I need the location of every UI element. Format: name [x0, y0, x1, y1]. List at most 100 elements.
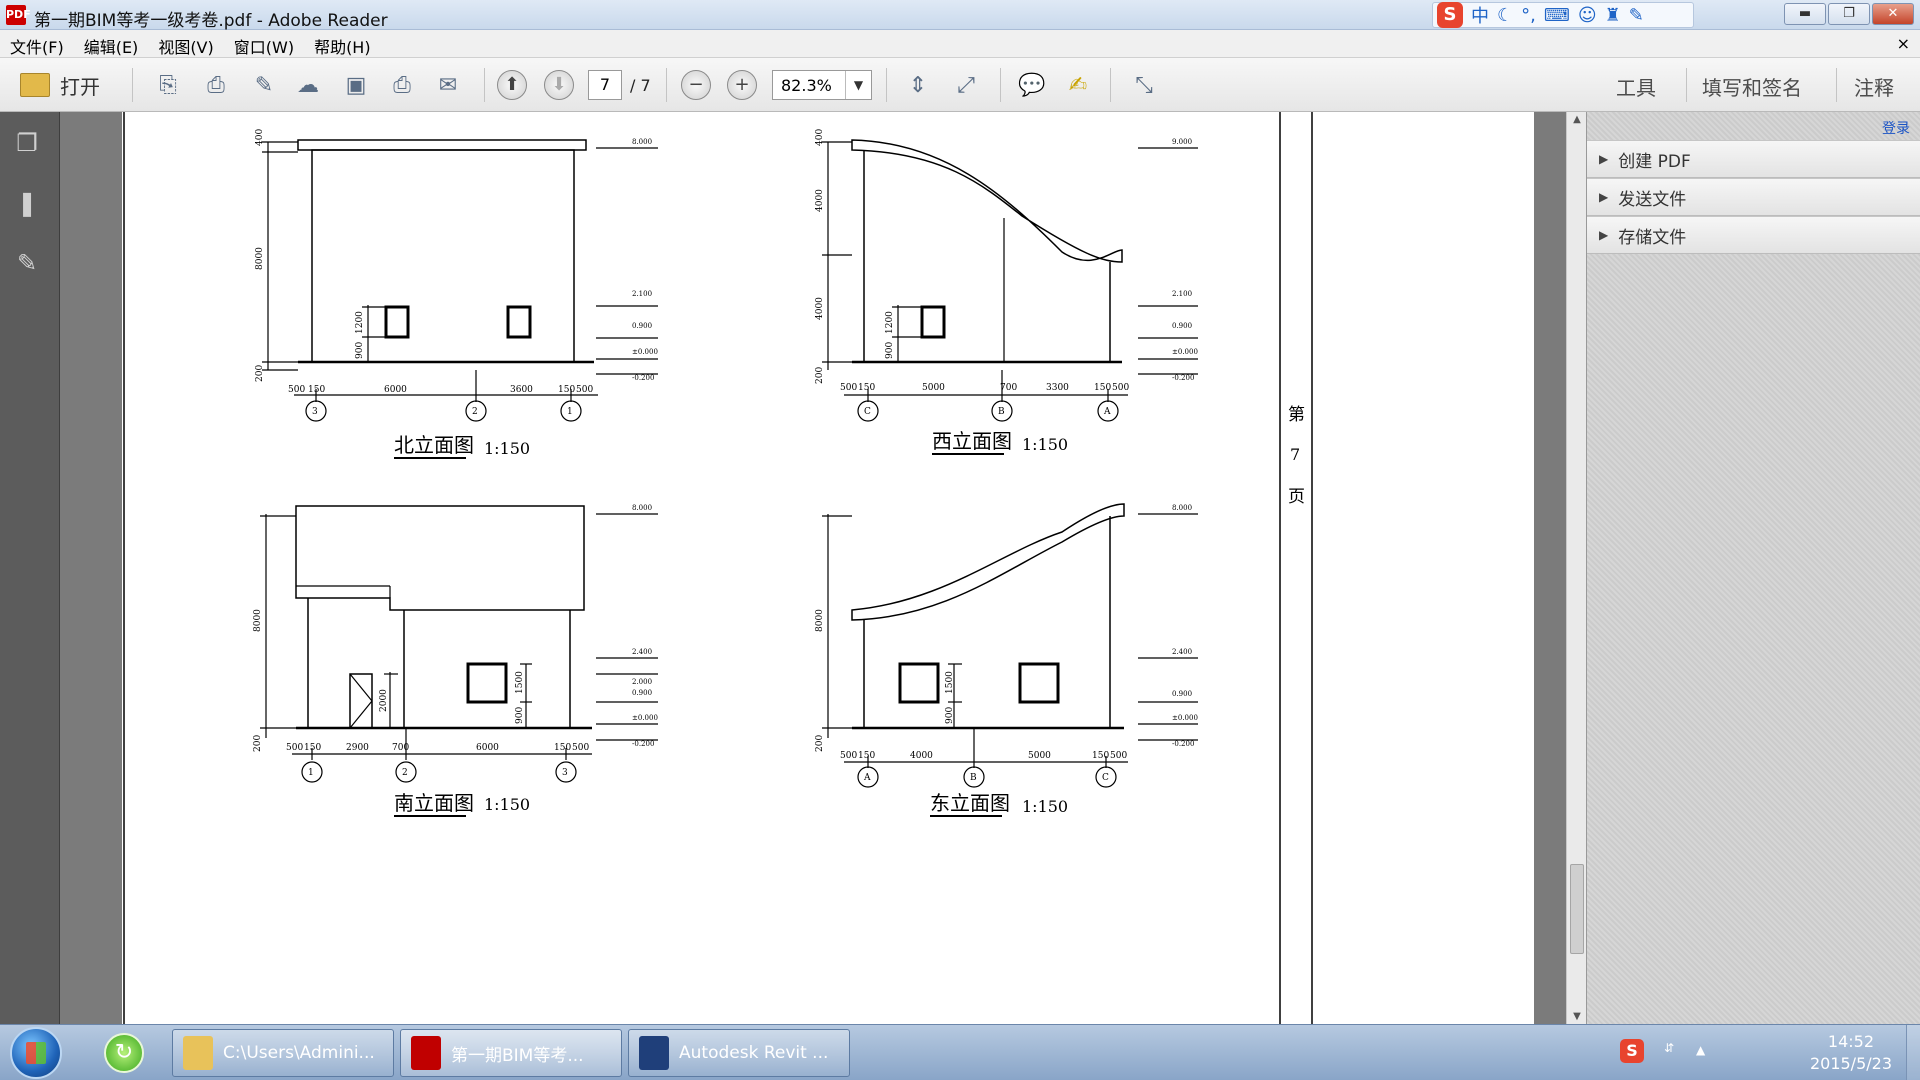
show-desktop-button[interactable] — [1906, 1025, 1920, 1080]
west-dim-bottom: 500 — [840, 383, 857, 393]
separator — [1686, 68, 1687, 102]
south-level: 2.000 — [632, 678, 652, 686]
show-hidden-icons-icon[interactable]: ▲ — [1696, 1043, 1705, 1057]
ime-chinese-mode[interactable]: 中 — [1471, 2, 1489, 28]
north-dim-bottom: 150 — [308, 385, 325, 395]
west-dim-left: 4000 — [815, 297, 825, 320]
next-page-button[interactable]: ⬇ — [544, 70, 574, 100]
separator — [666, 68, 667, 102]
panel-store-file[interactable]: ▶ 存储文件 — [1587, 216, 1920, 254]
south-scale: 1:150 — [484, 795, 530, 814]
separator — [1836, 68, 1837, 102]
tab-comment[interactable]: 注释 — [1854, 72, 1894, 101]
tab-tools[interactable]: 工具 — [1616, 72, 1656, 101]
east-title: 东立面图 — [930, 791, 1010, 815]
zoom-in-button[interactable]: + — [727, 70, 757, 100]
menu-view[interactable]: 视图(V) — [158, 34, 213, 58]
fit-width-icon[interactable]: ⤢ — [950, 70, 982, 100]
print-icon[interactable]: ⎙ — [386, 70, 418, 100]
shirt-icon[interactable]: ♜ — [1605, 5, 1621, 26]
attachment-icon[interactable]: ✎ — [12, 248, 42, 278]
previous-page-button[interactable]: ⬆ — [497, 70, 527, 100]
panel-create-pdf[interactable]: ▶ 创建 PDF — [1587, 140, 1920, 178]
document-close-button[interactable]: × — [1897, 34, 1910, 53]
document-scrollbar[interactable]: ▲ ▼ — [1566, 112, 1586, 1024]
page-label: 7 — [1290, 445, 1300, 464]
network-icon[interactable]: ⇵ — [1664, 1041, 1674, 1055]
sogou-tray-icon[interactable]: S — [1620, 1039, 1644, 1063]
taskbar: ↻ C:\Users\Admini... 第一期BIM等考... Autodes… — [0, 1024, 1920, 1080]
taskbar-revit[interactable]: Autodesk Revit ... — [628, 1029, 850, 1077]
east-dim-bottom: 150 — [858, 751, 875, 761]
edit-icon[interactable]: ✎ — [248, 70, 280, 100]
menu-edit[interactable]: 编辑(E) — [84, 34, 139, 58]
pdf-icon — [411, 1036, 441, 1070]
restore-button[interactable]: ❐ — [1828, 3, 1870, 25]
page-number-input[interactable]: 7 — [588, 70, 622, 100]
system-tray: S ⇵ ▲ 14:52 2015/5/23 — [1620, 1025, 1920, 1080]
menu-help[interactable]: 帮助(H) — [314, 34, 371, 58]
bookmark-icon[interactable]: ❚ — [12, 188, 42, 218]
punctuation-icon[interactable]: °, — [1521, 5, 1536, 26]
north-level: 8.000 — [632, 138, 652, 146]
taskbar-adobe-reader-label: 第一期BIM等考... — [451, 1045, 584, 1066]
page-thumbnails-icon[interactable]: ❐ — [12, 128, 42, 158]
taskbar-adobe-reader[interactable]: 第一期BIM等考... — [400, 1029, 622, 1077]
keyboard-icon[interactable]: ⌨ — [1544, 5, 1570, 26]
save-icon[interactable]: ▣ — [340, 70, 372, 100]
ime-toolbar[interactable]: S 中 ☾ °, ⌨ ☺ ♜ ✎ — [1432, 2, 1694, 28]
north-dim-bottom: 6000 — [384, 385, 407, 395]
create-pdf-icon[interactable]: ⎘ — [152, 70, 184, 100]
south-dim-bottom: 700 — [392, 743, 409, 753]
triangle-right-icon: ▶ — [1599, 152, 1609, 166]
east-level: 8.000 — [1172, 504, 1192, 512]
menu-window[interactable]: 窗口(W) — [234, 34, 294, 58]
east-level: 2.400 — [1172, 648, 1192, 656]
comment-icon[interactable]: 💬 — [1016, 70, 1048, 100]
zoom-out-button[interactable]: − — [681, 70, 711, 100]
west-dim-bottom: 5000 — [922, 383, 945, 393]
south-dim-window: 900 — [515, 707, 525, 724]
south-level: -0.200 — [632, 740, 654, 748]
clock-time: 14:52 — [1827, 1032, 1875, 1051]
scroll-up-icon[interactable]: ▲ — [1567, 114, 1587, 125]
wrench-icon[interactable]: ✎ — [1629, 5, 1644, 26]
south-dim-bottom: 500 — [572, 743, 589, 753]
full-screen-icon[interactable]: ⤡ — [1128, 70, 1160, 100]
open-button[interactable]: 打开 — [10, 70, 110, 100]
south-axis: 3 — [562, 768, 568, 778]
tools-panel: 登录 ▶ 创建 PDF ▶ 发送文件 ▶ 存储文件 — [1586, 112, 1920, 1024]
login-link[interactable]: 登录 — [1882, 118, 1910, 138]
west-dim-bottom: 150 — [1094, 383, 1111, 393]
upload-cloud-icon[interactable]: ☁ — [292, 70, 324, 100]
tab-fill-sign[interactable]: 填写和签名 — [1702, 72, 1802, 101]
panel-send-file[interactable]: ▶ 发送文件 — [1587, 178, 1920, 216]
internet-explorer-icon[interactable]: ↻ — [104, 1033, 144, 1073]
north-dim-left: 200 — [255, 365, 265, 382]
revit-icon — [639, 1036, 669, 1070]
zoom-select[interactable]: 82.3% ▼ — [772, 70, 872, 100]
fit-page-icon[interactable]: ⇕ — [902, 70, 934, 100]
close-button[interactable]: ✕ — [1872, 3, 1914, 25]
document-viewport[interactable]: 400 8000 200 1200 900 500 150 6000 3600 … — [60, 112, 1566, 1024]
scroll-down-icon[interactable]: ▼ — [1567, 1011, 1587, 1022]
user-icon[interactable]: ☺ — [1578, 5, 1597, 26]
minimize-button[interactable]: ▬ — [1784, 3, 1826, 25]
open-label: 打开 — [60, 74, 100, 99]
start-button[interactable] — [10, 1027, 62, 1079]
clock[interactable]: 14:52 2015/5/23 — [1810, 1031, 1892, 1075]
chevron-down-icon[interactable]: ▼ — [845, 71, 871, 99]
sogou-logo-icon[interactable]: S — [1437, 2, 1463, 28]
west-dim-left: 200 — [815, 367, 825, 384]
scroll-thumb[interactable] — [1570, 864, 1584, 954]
folder-icon — [183, 1036, 213, 1070]
email-icon[interactable]: ✉ — [432, 70, 464, 100]
south-dim-left: 8000 — [253, 609, 263, 632]
moon-icon[interactable]: ☾ — [1497, 5, 1513, 26]
export-pdf-icon[interactable]: ⎙ — [200, 70, 232, 100]
south-dim-door: 2000 — [379, 689, 389, 712]
highlight-icon[interactable]: ✍ — [1062, 70, 1094, 100]
taskbar-explorer[interactable]: C:\Users\Admini... — [172, 1029, 394, 1077]
menu-file[interactable]: 文件(F) — [10, 34, 64, 58]
west-dim-left: 400 — [815, 129, 825, 146]
